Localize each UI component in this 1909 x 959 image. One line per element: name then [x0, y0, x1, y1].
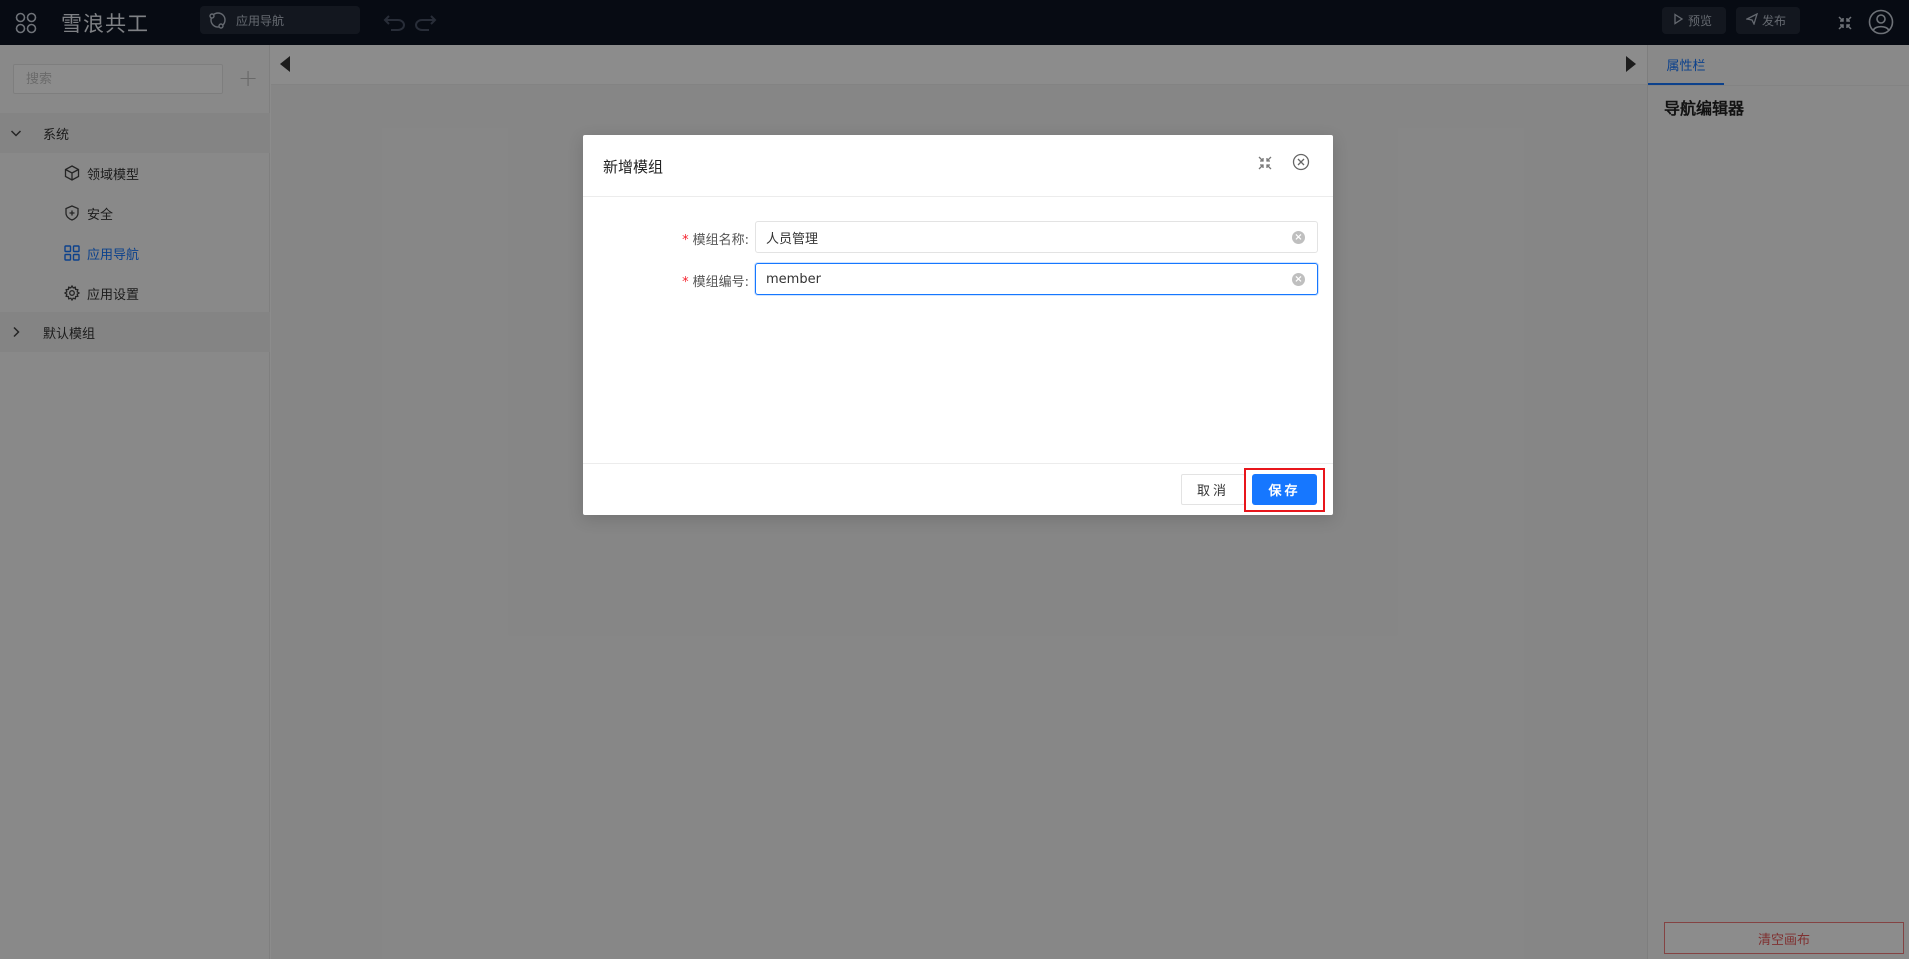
expand-icon[interactable] — [1255, 153, 1275, 173]
field-label: * 模组编号: — [682, 274, 749, 290]
field-label: * 模组名称: — [682, 232, 749, 248]
save-button[interactable]: 保存 — [1252, 474, 1317, 505]
dialog-footer: 取消 保存 — [583, 463, 1333, 515]
dialog-title: 新增模组 — [603, 158, 664, 176]
module-name-input[interactable]: 人员管理 × — [755, 221, 1318, 253]
clear-input-icon[interactable]: × — [1292, 273, 1305, 286]
input-value: member — [766, 271, 821, 287]
cancel-button[interactable]: 取消 — [1181, 474, 1245, 505]
dialog-header: 新增模组 — [583, 135, 1333, 197]
clear-input-icon[interactable]: × — [1292, 231, 1305, 244]
module-code-input[interactable]: member × — [755, 263, 1318, 295]
close-icon[interactable] — [1290, 151, 1312, 173]
input-value: 人员管理 — [766, 231, 819, 247]
add-module-dialog: 新增模组 * 模组名称: 人员管理 × * 模组编号: member × 取消 保存 — [583, 135, 1333, 515]
field-row-module-code: * 模组编号: member × — [583, 263, 1333, 297]
field-row-module-name: * 模组名称: 人员管理 × — [583, 221, 1333, 255]
